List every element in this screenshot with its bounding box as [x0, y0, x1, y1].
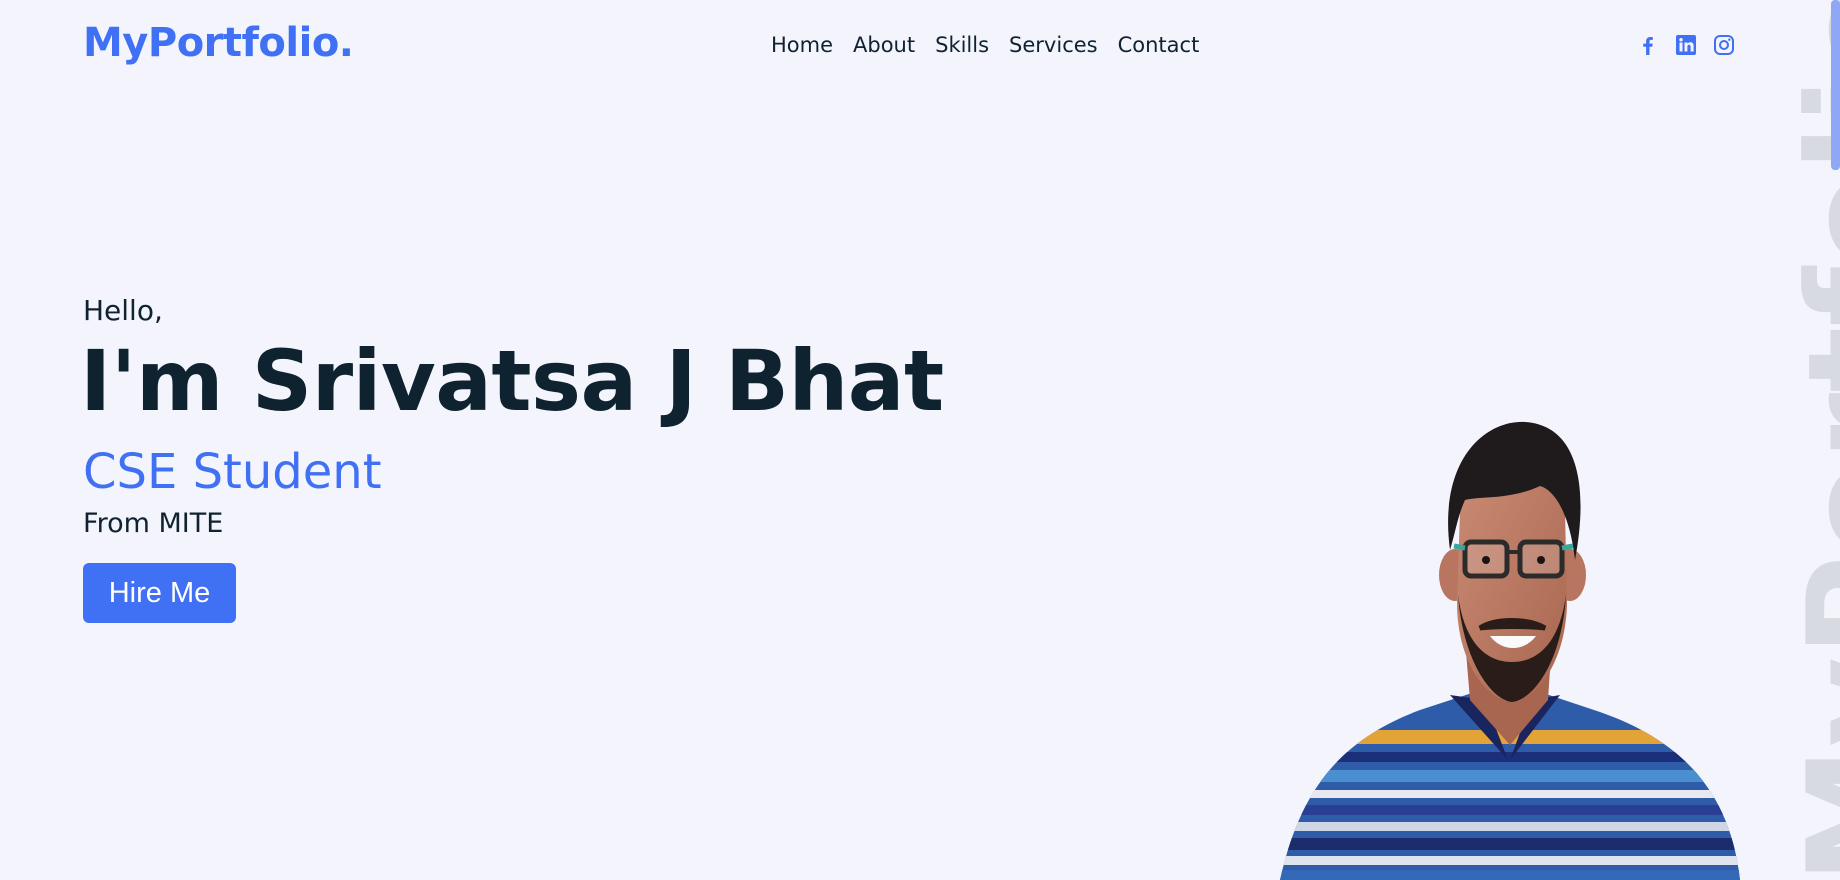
hero-from: From MITE	[83, 508, 224, 539]
scrollbar-thumb[interactable]	[1831, 0, 1840, 170]
logo[interactable]: MyPortfolio.	[83, 20, 354, 66]
nav-contact[interactable]: Contact	[1118, 33, 1200, 57]
nav-about[interactable]: About	[853, 33, 915, 57]
profile-photo	[1280, 421, 1740, 880]
social-links	[1636, 33, 1736, 57]
nav-home[interactable]: Home	[771, 33, 833, 57]
nav-services[interactable]: Services	[1009, 33, 1098, 57]
facebook-icon[interactable]	[1636, 33, 1660, 57]
header: MyPortfolio. Home About Skills Services …	[0, 0, 1840, 96]
instagram-icon[interactable]	[1712, 33, 1736, 57]
page: MyPortfolio. Home About Skills Services …	[0, 0, 1840, 880]
main-nav: Home About Skills Services Contact	[771, 33, 1199, 57]
linkedin-icon[interactable]	[1674, 33, 1698, 57]
hero-name: I'm Srivatsa J Bhat	[80, 332, 944, 430]
hero-greeting: Hello,	[83, 294, 163, 327]
hero-role: CSE Student	[83, 444, 382, 500]
hire-me-button[interactable]: Hire Me	[83, 563, 236, 623]
nav-skills[interactable]: Skills	[935, 33, 989, 57]
